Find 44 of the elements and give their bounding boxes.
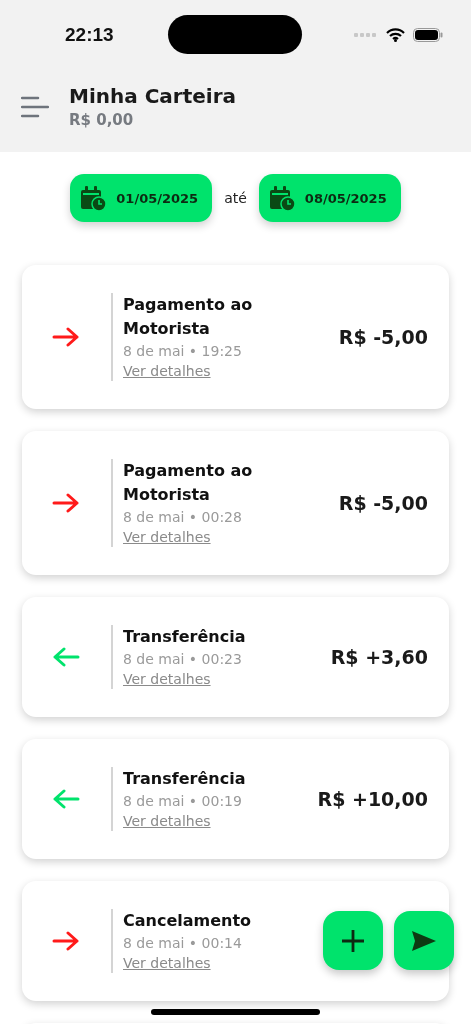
send-icon xyxy=(411,929,437,952)
transaction-amount: R$ +3,60 xyxy=(330,646,428,668)
details-link[interactable]: Ver detalhes xyxy=(123,361,211,381)
signal-icon xyxy=(354,32,378,38)
end-date-button[interactable]: 08/05/2025 xyxy=(258,174,401,222)
status-time: 22:13 xyxy=(65,24,114,46)
wallet-title: Minha Carteira xyxy=(69,84,237,108)
transaction-title: Transferência xyxy=(123,626,247,648)
transaction-amount: R$ -5,00 xyxy=(338,326,428,348)
transaction-title: Pagamento ao Motorista xyxy=(123,294,254,340)
send-button[interactable] xyxy=(394,911,454,970)
transaction-card[interactable]: Transferência 8 de mai • 00:23 Ver detalhes R$ +3,60 xyxy=(22,597,449,717)
arrow-right-icon xyxy=(52,327,80,347)
transaction-card[interactable]: Transferência 8 de mai • 00:19 Ver detalhes R$ +10,00 xyxy=(22,739,449,859)
arrow-right-icon xyxy=(52,931,80,951)
transaction-title: Cancelamento xyxy=(123,910,253,932)
wallet-balance: R$ 0,00 xyxy=(69,111,135,129)
battery-icon xyxy=(413,28,443,42)
details-link[interactable]: Ver detalhes xyxy=(123,953,211,973)
date-separator: até xyxy=(224,190,247,206)
transaction-title: Pagamento ao Motorista xyxy=(123,460,254,506)
transaction-amount: R$ +10,00 xyxy=(317,788,428,810)
calendar-clock-icon xyxy=(268,185,295,211)
transaction-datetime: 8 de mai • 00:14 xyxy=(123,934,242,953)
plus-icon xyxy=(341,928,365,953)
transaction-datetime: 8 de mai • 00:28 xyxy=(123,508,242,527)
transaction-title: Transferência xyxy=(123,768,247,790)
details-link[interactable]: Ver detalhes xyxy=(123,811,211,831)
details-link[interactable]: Ver detalhes xyxy=(123,527,211,547)
arrow-left-icon xyxy=(52,789,80,809)
transaction-datetime: 8 de mai • 19:25 xyxy=(123,342,242,361)
wifi-icon xyxy=(386,28,405,42)
transaction-card[interactable]: Pagamento ao Motorista 8 de mai • 19:25 Ver detalhes R$ -5,00 xyxy=(22,265,449,409)
transaction-datetime: 8 de mai • 00:19 xyxy=(123,792,242,811)
transaction-card[interactable]: Pagamento ao Motorista 8 de mai • 00:28 Ver detalhes R$ -5,00 xyxy=(22,431,449,575)
transaction-amount: R$ -5,00 xyxy=(338,492,428,514)
arrow-right-icon xyxy=(52,493,80,513)
transaction-datetime: 8 de mai • 00:23 xyxy=(123,650,242,669)
arrow-left-icon xyxy=(52,647,80,667)
start-date-button[interactable]: 01/05/2025 xyxy=(70,174,213,222)
menu-icon[interactable] xyxy=(21,95,49,118)
details-link[interactable]: Ver detalhes xyxy=(123,669,211,689)
calendar-clock-icon xyxy=(80,185,107,211)
add-button[interactable] xyxy=(323,911,383,970)
